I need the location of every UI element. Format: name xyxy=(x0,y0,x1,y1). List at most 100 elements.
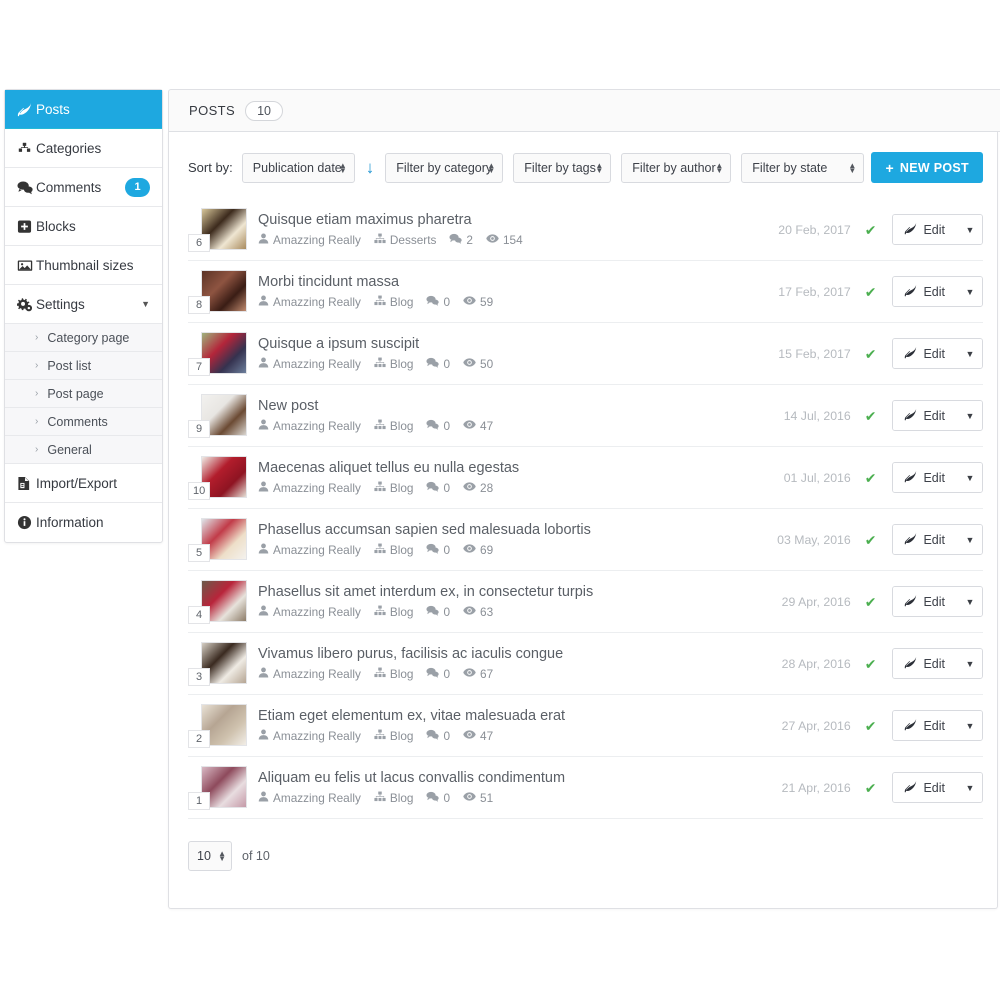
user-icon xyxy=(258,419,273,433)
post-comments-label: 2 xyxy=(466,233,473,247)
sidebar-item-import-export[interactable]: Import/Export xyxy=(5,464,162,503)
post-title[interactable]: Quisque etiam maximus pharetra xyxy=(258,212,778,228)
status-badge[interactable]: ✔ xyxy=(865,409,877,423)
sidebar-subitem-comments[interactable]: › Comments xyxy=(5,408,162,436)
edit-button-group[interactable]: Edit▼ xyxy=(892,214,983,245)
sidebar-item-comments[interactable]: Comments 1 xyxy=(5,168,162,207)
chevron-down-icon[interactable]: ▼ xyxy=(957,587,982,616)
filter-category-select[interactable]: Filter by category ▲▼ xyxy=(385,153,503,183)
sort-by-select[interactable]: Publication date ▲▼ xyxy=(242,153,355,183)
status-badge[interactable]: ✔ xyxy=(865,657,877,671)
edit-button-group[interactable]: Edit▼ xyxy=(892,648,983,679)
post-title[interactable]: New post xyxy=(258,398,784,414)
table-row[interactable]: 5 Phasellus accumsan sapien sed malesuada… xyxy=(188,509,983,571)
edit-button[interactable]: Edit xyxy=(893,773,957,802)
table-row[interactable]: 6Quisque etiam maximus pharetraAmazzing … xyxy=(188,199,983,261)
edit-button-group[interactable]: Edit▼ xyxy=(892,462,983,493)
post-views-count: 69 xyxy=(463,543,493,557)
status-badge[interactable]: ✔ xyxy=(865,347,877,361)
table-row[interactable]: 2Etiam eget elementum ex, vitae malesuad… xyxy=(188,695,983,757)
table-row[interactable]: 9New postAmazzing ReallyBlog04714 Jul, 2… xyxy=(188,385,983,447)
sidebar-item-label: Categories xyxy=(36,141,101,156)
sidebar-subitem-post-page[interactable]: › Post page xyxy=(5,380,162,408)
new-post-button[interactable]: + NEW POST xyxy=(871,152,983,183)
chevron-down-icon[interactable]: ▼ xyxy=(957,339,982,368)
filter-author-select[interactable]: Filter by author ▲▼ xyxy=(621,153,731,183)
edit-button-group[interactable]: Edit▼ xyxy=(892,710,983,741)
sidebar-item-blocks[interactable]: Blocks xyxy=(5,207,162,246)
status-badge[interactable]: ✔ xyxy=(865,533,877,547)
post-views-label: 47 xyxy=(480,419,493,433)
sidebar-subitem-general[interactable]: › General xyxy=(5,436,162,464)
edit-button-group[interactable]: Edit▼ xyxy=(892,400,983,431)
arrow-down-icon[interactable]: ↓ xyxy=(366,159,375,176)
post-author: Amazzing Really xyxy=(258,481,361,495)
post-title[interactable]: Phasellus sit amet interdum ex, in conse… xyxy=(258,584,782,600)
post-title[interactable]: Quisque a ipsum suscipit xyxy=(258,336,778,352)
table-row[interactable]: 8Morbi tincidunt massaAmazzing ReallyBlo… xyxy=(188,261,983,323)
status-badge[interactable]: ✔ xyxy=(865,595,877,609)
edit-button[interactable]: Edit xyxy=(893,711,957,740)
sidebar-item-information[interactable]: Information xyxy=(5,503,162,542)
sidebar-subitem-category-page[interactable]: › Category page xyxy=(5,324,162,352)
sidebar-subitem-post-list[interactable]: › Post list xyxy=(5,352,162,380)
chevron-down-icon[interactable]: ▼ xyxy=(957,463,982,492)
status-badge[interactable]: ✔ xyxy=(865,471,877,485)
post-title[interactable]: Vivamus libero purus, facilisis ac iacul… xyxy=(258,646,782,662)
status-badge[interactable]: ✔ xyxy=(865,285,877,299)
chevron-down-icon[interactable]: ▼ xyxy=(957,401,982,430)
edit-button[interactable]: Edit xyxy=(893,587,957,616)
edit-button[interactable]: Edit xyxy=(893,215,957,244)
post-thumbnail-wrap: 3 xyxy=(188,642,247,686)
page-size-select[interactable]: 10 ▲▼ xyxy=(188,841,232,871)
table-row[interactable]: 3 Vivamus libero purus, facilisis ac iacu… xyxy=(188,633,983,695)
chevron-down-icon[interactable]: ▼ xyxy=(957,773,982,802)
edit-button-group[interactable]: Edit ▼ xyxy=(892,338,983,369)
sidebar-item-label: Posts xyxy=(36,102,70,117)
post-category: Blog xyxy=(374,357,414,371)
user-icon xyxy=(258,605,273,619)
post-title[interactable]: Morbi tincidunt massa xyxy=(258,274,778,290)
post-title[interactable]: Aliquam eu felis ut lacus convallis cond… xyxy=(258,770,782,786)
chevron-down-icon[interactable]: ▼ xyxy=(957,649,982,678)
sidebar-item-settings[interactable]: Settings ▼ xyxy=(5,285,162,324)
post-id-badge: 5 xyxy=(188,544,210,562)
chevron-down-icon[interactable]: ▼ xyxy=(957,711,982,740)
post-main: Aliquam eu felis ut lacus convallis cond… xyxy=(258,770,782,805)
post-views-label: 47 xyxy=(480,729,493,743)
edit-button-group[interactable]: Edit▼ xyxy=(892,524,983,555)
sidebar-item-posts[interactable]: Posts xyxy=(5,90,162,129)
edit-button-group[interactable]: Edit▼ xyxy=(892,772,983,803)
sitemap-icon xyxy=(374,543,390,557)
edit-button[interactable]: Edit xyxy=(893,463,957,492)
post-title[interactable]: Etiam eget elementum ex, vitae malesuada… xyxy=(258,708,782,724)
edit-button[interactable]: Edit xyxy=(893,525,957,554)
edit-button[interactable]: Edit xyxy=(893,277,957,306)
edit-button-group[interactable]: Edit▼ xyxy=(892,276,983,307)
filter-state-select[interactable]: Filter by state ▲▼ xyxy=(741,153,864,183)
status-badge[interactable]: ✔ xyxy=(865,781,877,795)
status-badge[interactable]: ✔ xyxy=(865,719,877,733)
edit-button-label: Edit xyxy=(923,347,945,361)
table-row[interactable]: 10Maecenas aliquet tellus eu nulla egest… xyxy=(188,447,983,509)
post-title[interactable]: Phasellus accumsan sapien sed malesuada … xyxy=(258,522,777,538)
post-author-label: Amazzing Really xyxy=(273,543,361,557)
chevron-down-icon[interactable]: ▼ xyxy=(957,215,982,244)
feather-icon xyxy=(904,346,917,362)
edit-button[interactable]: Edit xyxy=(893,649,957,678)
chevron-down-icon[interactable]: ▼ xyxy=(957,277,982,306)
updown-icon: ▲▼ xyxy=(848,163,856,173)
filter-tags-select[interactable]: Filter by tags ▲▼ xyxy=(513,153,611,183)
post-category-label: Desserts xyxy=(390,233,437,247)
post-title[interactable]: Maecenas aliquet tellus eu nulla egestas xyxy=(258,460,784,476)
table-row[interactable]: 7Quisque a ipsum suscipitAmazzing Really… xyxy=(188,323,983,385)
edit-button[interactable]: Edit xyxy=(893,339,957,368)
edit-button[interactable]: Edit xyxy=(893,401,957,430)
chevron-down-icon[interactable]: ▼ xyxy=(957,525,982,554)
table-row[interactable]: 1Aliquam eu felis ut lacus convallis con… xyxy=(188,757,983,819)
table-row[interactable]: 4Phasellus sit amet interdum ex, in cons… xyxy=(188,571,983,633)
edit-button-group[interactable]: Edit▼ xyxy=(892,586,983,617)
sidebar-item-categories[interactable]: Categories xyxy=(5,129,162,168)
sidebar-item-thumbnail-sizes[interactable]: Thumbnail sizes xyxy=(5,246,162,285)
status-badge[interactable]: ✔ xyxy=(865,223,877,237)
